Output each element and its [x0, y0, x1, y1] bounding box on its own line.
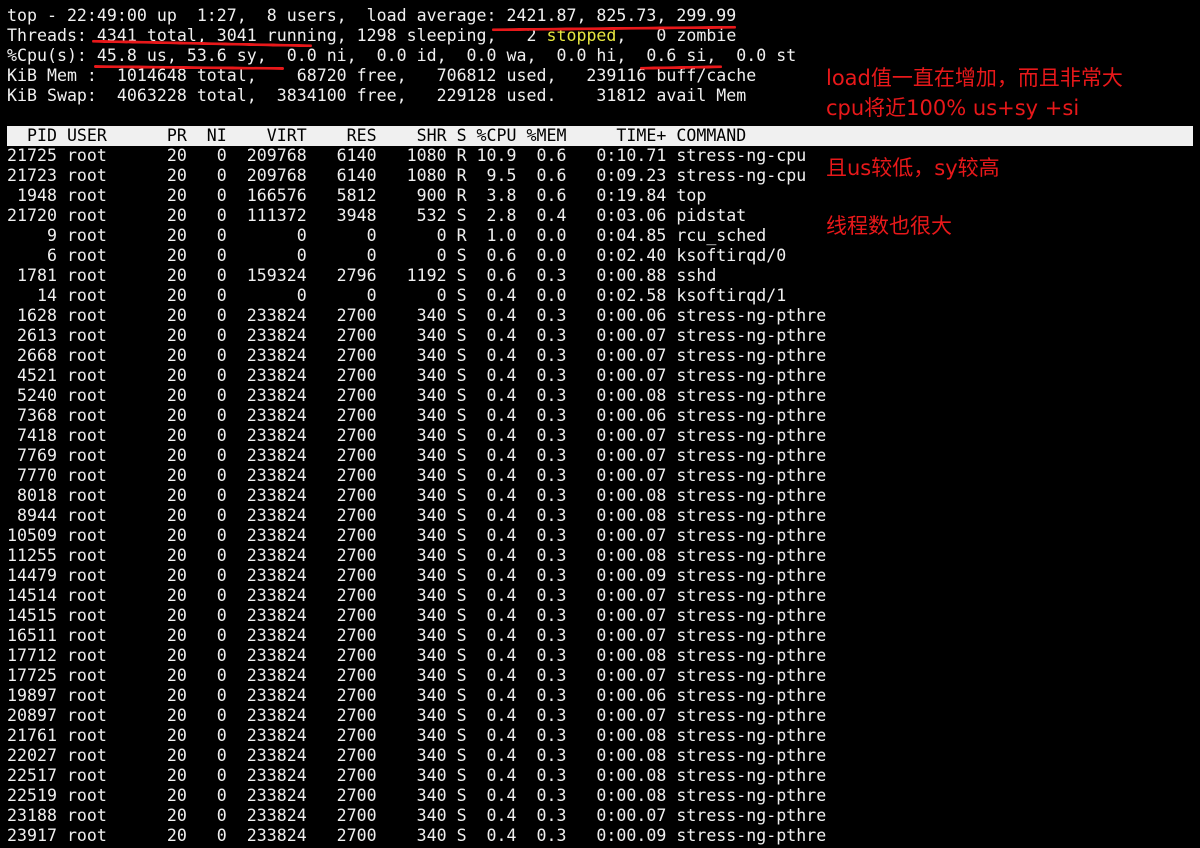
process-row: 14 root 20 0 0 0 0 S 0.4 0.0 0:02.58 kso…	[7, 286, 787, 305]
process-row: 21725 root 20 0 209768 6140 1080 R 10.9 …	[7, 146, 807, 165]
annotation-us-sy: 且us较低，sy较高	[826, 156, 1000, 180]
process-row: 19897 root 20 0 233824 2700 340 S 0.4 0.…	[7, 686, 827, 705]
process-row: 14514 root 20 0 233824 2700 340 S 0.4 0.…	[7, 586, 827, 605]
process-row: 23917 root 20 0 233824 2700 340 S 0.4 0.…	[7, 826, 827, 845]
process-row: 1781 root 20 0 159324 2796 1192 S 0.6 0.…	[7, 266, 717, 285]
process-row: 7770 root 20 0 233824 2700 340 S 0.4 0.3…	[7, 466, 827, 485]
process-row: 16511 root 20 0 233824 2700 340 S 0.4 0.…	[7, 626, 827, 645]
process-row: 7368 root 20 0 233824 2700 340 S 0.4 0.3…	[7, 406, 827, 425]
process-row: 20897 root 20 0 233824 2700 340 S 0.4 0.…	[7, 706, 827, 725]
process-row: 22519 root 20 0 233824 2700 340 S 0.4 0.…	[7, 786, 827, 805]
process-row: 4521 root 20 0 233824 2700 340 S 0.4 0.3…	[7, 366, 827, 385]
process-row: 14479 root 20 0 233824 2700 340 S 0.4 0.…	[7, 566, 827, 585]
process-row: 1628 root 20 0 233824 2700 340 S 0.4 0.3…	[7, 306, 827, 325]
process-row: 2668 root 20 0 233824 2700 340 S 0.4 0.3…	[7, 346, 827, 365]
process-row: 21723 root 20 0 209768 6140 1080 R 9.5 0…	[7, 166, 807, 185]
uptime-line: top - 22:49:00 up 1:27, 8 users, load av…	[7, 6, 737, 25]
process-table-header: PID USER PR NI VIRT RES SHR S %CPU %MEM …	[7, 126, 1193, 146]
process-row: 22517 root 20 0 233824 2700 340 S 0.4 0.…	[7, 766, 827, 785]
annotation-cpu: cpu将近100% us+sy +si	[826, 96, 1080, 120]
terminal[interactable]: top - 22:49:00 up 1:27, 8 users, load av…	[7, 6, 1193, 846]
process-row: 17712 root 20 0 233824 2700 340 S 0.4 0.…	[7, 646, 827, 665]
process-row: 23188 root 20 0 233824 2700 340 S 0.4 0.…	[7, 806, 827, 825]
cpu-line: %Cpu(s): 45.8 us, 53.6 sy, 0.0 ni, 0.0 i…	[7, 46, 797, 65]
process-table-body: 21725 root 20 0 209768 6140 1080 R 10.9 …	[7, 146, 1193, 846]
process-row: 7418 root 20 0 233824 2700 340 S 0.4 0.3…	[7, 426, 827, 445]
process-row: 22027 root 20 0 233824 2700 340 S 0.4 0.…	[7, 746, 827, 765]
process-row: 6 root 20 0 0 0 0 S 0.6 0.0 0:02.40 ksof…	[7, 246, 787, 265]
process-row: 14515 root 20 0 233824 2700 340 S 0.4 0.…	[7, 606, 827, 625]
process-row: 1948 root 20 0 166576 5812 900 R 3.8 0.6…	[7, 186, 707, 205]
annotation-load: load值一直在增加，而且非常大	[826, 66, 1123, 90]
process-row: 8944 root 20 0 233824 2700 340 S 0.4 0.3…	[7, 506, 827, 525]
process-row: 2613 root 20 0 233824 2700 340 S 0.4 0.3…	[7, 326, 827, 345]
process-row: 7769 root 20 0 233824 2700 340 S 0.4 0.3…	[7, 446, 827, 465]
threads-pre: Threads: 4341 total, 3041 running, 1298 …	[7, 26, 547, 45]
process-row: 11255 root 20 0 233824 2700 340 S 0.4 0.…	[7, 546, 827, 565]
process-row: 5240 root 20 0 233824 2700 340 S 0.4 0.3…	[7, 386, 827, 405]
annotation-threads: 线程数也很大	[826, 214, 952, 238]
process-row: 21761 root 20 0 233824 2700 340 S 0.4 0.…	[7, 726, 827, 745]
process-row: 17725 root 20 0 233824 2700 340 S 0.4 0.…	[7, 666, 827, 685]
process-row: 9 root 20 0 0 0 0 R 1.0 0.0 0:04.85 rcu_…	[7, 226, 767, 245]
process-row: 21720 root 20 0 111372 3948 532 S 2.8 0.…	[7, 206, 747, 225]
process-row: 8018 root 20 0 233824 2700 340 S 0.4 0.3…	[7, 486, 827, 505]
process-row: 10509 root 20 0 233824 2700 340 S 0.4 0.…	[7, 526, 827, 545]
